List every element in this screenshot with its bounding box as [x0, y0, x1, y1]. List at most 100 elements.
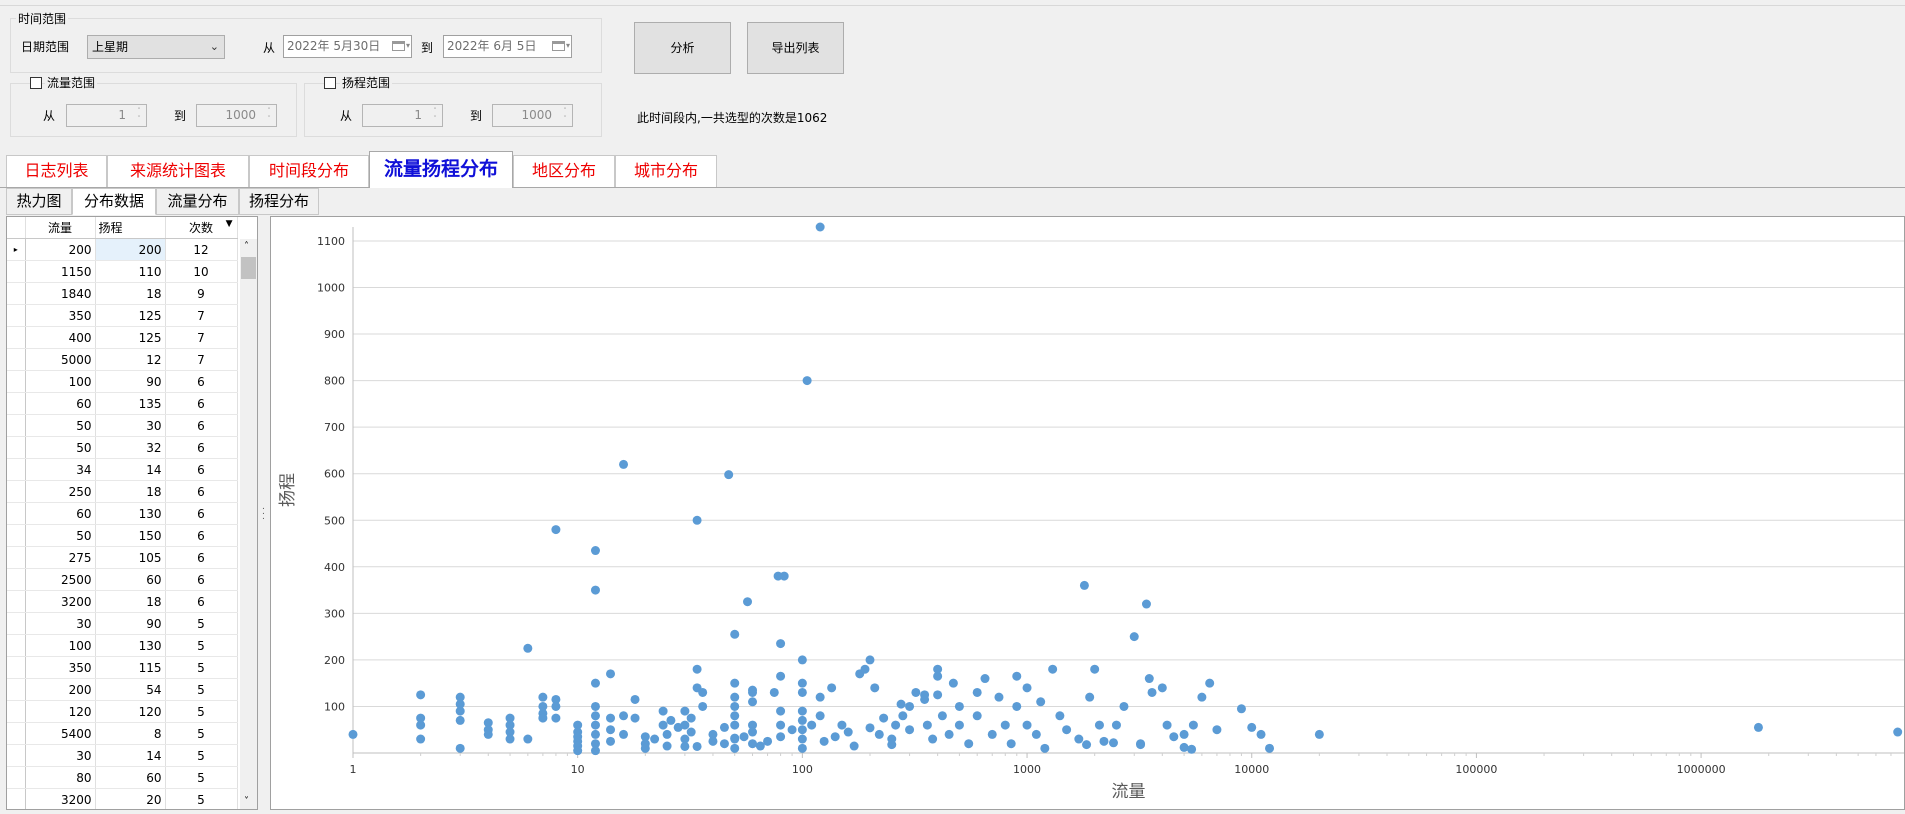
row-header[interactable] [7, 766, 26, 789]
row-header[interactable] [7, 326, 26, 349]
flow-from-input[interactable]: 1 ˄ ˅ [66, 104, 147, 127]
column-header-head[interactable]: 扬程 [95, 217, 166, 239]
cell-flow[interactable]: 275 [25, 546, 96, 569]
cell-head[interactable]: 135 [95, 392, 166, 415]
data-point[interactable] [1062, 725, 1072, 735]
data-point[interactable] [815, 222, 825, 232]
table-row[interactable]: 60 135 6 [7, 392, 238, 415]
data-point[interactable] [719, 722, 729, 732]
row-header[interactable] [7, 634, 26, 657]
data-point[interactable] [606, 725, 616, 735]
data-point[interactable] [523, 734, 533, 744]
table-row[interactable]: 350 115 5 [7, 656, 238, 679]
data-point[interactable] [1141, 599, 1151, 609]
data-point[interactable] [948, 678, 958, 688]
column-header-count[interactable]: 次数 ▼ [165, 217, 238, 239]
data-point[interactable] [860, 664, 870, 674]
cell-flow[interactable]: 34 [25, 458, 96, 481]
data-point[interactable] [898, 711, 908, 721]
to-date-picker[interactable]: 2022年 6月 5日 ▾ [443, 35, 572, 58]
row-header[interactable] [7, 436, 26, 459]
data-point[interactable] [865, 723, 875, 733]
data-point[interactable] [538, 713, 548, 723]
data-point[interactable] [1247, 722, 1257, 732]
table-row[interactable]: 3200 18 6 [7, 590, 238, 613]
cell-count[interactable]: 6 [165, 502, 238, 525]
data-point[interactable] [776, 639, 786, 649]
cell-count[interactable]: 5 [165, 700, 238, 723]
cell-flow[interactable]: 250 [25, 480, 96, 503]
data-point[interactable] [874, 729, 884, 739]
table-row[interactable]: 5400 8 5 [7, 722, 238, 745]
data-point[interactable] [680, 720, 690, 730]
row-header[interactable] [7, 744, 26, 767]
data-point[interactable] [719, 739, 729, 749]
data-point[interactable] [776, 720, 786, 730]
subtab-heatmap[interactable]: 热力图 [6, 188, 72, 215]
data-point[interactable] [662, 729, 672, 739]
data-point[interactable] [590, 678, 600, 688]
data-point[interactable] [590, 711, 600, 721]
cell-flow[interactable]: 5000 [25, 348, 96, 371]
data-point[interactable] [1085, 692, 1095, 702]
data-point[interactable] [905, 701, 915, 711]
data-point[interactable] [879, 713, 889, 723]
row-header[interactable] [7, 304, 26, 327]
data-point[interactable] [606, 669, 616, 679]
cell-flow[interactable]: 350 [25, 656, 96, 679]
data-point[interactable] [1006, 739, 1016, 749]
data-point[interactable] [1108, 738, 1118, 748]
cell-head[interactable]: 110 [95, 260, 166, 283]
data-point[interactable] [455, 706, 465, 716]
table-row[interactable]: 34 14 6 [7, 458, 238, 481]
head-range-checkbox[interactable] [324, 77, 336, 89]
data-point[interactable] [748, 727, 758, 737]
table-row[interactable]: 5000 12 7 [7, 348, 238, 371]
data-point[interactable] [686, 713, 696, 723]
data-point[interactable] [680, 741, 690, 751]
data-point[interactable] [944, 729, 954, 739]
data-point[interactable] [797, 725, 807, 735]
data-point[interactable] [590, 701, 600, 711]
splitter-handle[interactable]: ... [262, 503, 265, 523]
data-point[interactable] [619, 729, 629, 739]
cell-count[interactable]: 5 [165, 766, 238, 789]
data-point[interactable] [416, 690, 426, 700]
data-point[interactable] [483, 729, 493, 739]
row-header[interactable] [7, 524, 26, 547]
data-point[interactable] [972, 711, 982, 721]
cell-count[interactable]: 6 [165, 414, 238, 437]
row-header[interactable] [7, 458, 26, 481]
table-row[interactable]: 200 54 5 [7, 678, 238, 701]
data-point[interactable] [1111, 720, 1121, 730]
row-header[interactable] [7, 722, 26, 745]
table-row[interactable]: 30 14 5 [7, 744, 238, 767]
cell-flow[interactable]: 1150 [25, 260, 96, 283]
cell-flow[interactable]: 60 [25, 502, 96, 525]
cell-flow[interactable]: 30 [25, 744, 96, 767]
row-header[interactable] [7, 788, 26, 809]
data-point[interactable] [662, 741, 672, 751]
data-point[interactable] [692, 664, 702, 674]
analyze-button[interactable]: 分析 [634, 22, 731, 74]
data-point[interactable] [619, 459, 629, 469]
data-point[interactable] [920, 694, 930, 704]
data-point[interactable] [802, 376, 812, 386]
cell-count[interactable]: 12 [165, 238, 238, 261]
cell-flow[interactable]: 120 [25, 700, 96, 723]
cell-count[interactable]: 6 [165, 370, 238, 393]
from-date-picker[interactable]: 2022年 5月30日 ▾ [283, 35, 412, 58]
data-point[interactable] [416, 720, 426, 730]
cell-head[interactable]: 18 [95, 590, 166, 613]
data-point[interactable] [1187, 744, 1197, 754]
table-row[interactable]: 120 120 5 [7, 700, 238, 723]
data-point[interactable] [1179, 729, 1189, 739]
data-point[interactable] [870, 683, 880, 693]
data-point[interactable] [455, 743, 465, 753]
data-point[interactable] [730, 711, 740, 721]
data-point[interactable] [776, 706, 786, 716]
table-row[interactable]: 250 18 6 [7, 480, 238, 503]
data-point[interactable] [730, 629, 740, 639]
data-point[interactable] [551, 713, 561, 723]
table-row[interactable]: 1840 18 9 [7, 282, 238, 305]
